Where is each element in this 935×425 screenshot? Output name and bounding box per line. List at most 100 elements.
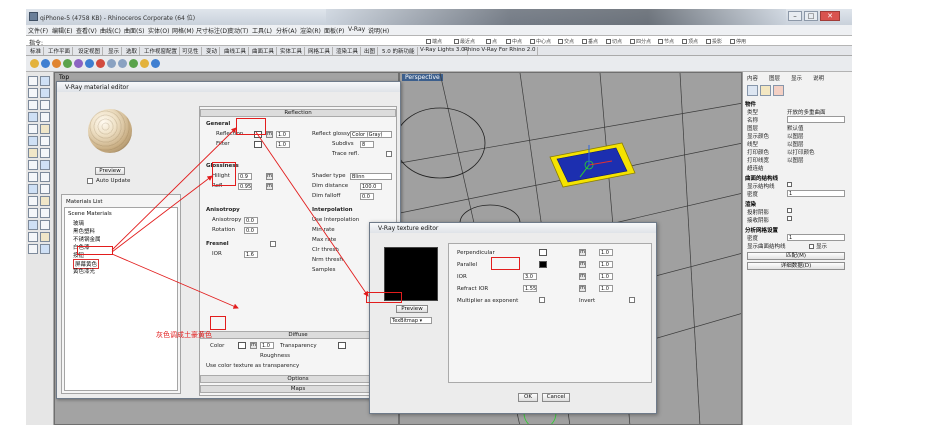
menu-help[interactable]: 说明(H) xyxy=(368,26,389,35)
tab-new-in-v5[interactable]: 5.0 的新功能 xyxy=(380,47,418,55)
select-tool-icon[interactable] xyxy=(28,76,38,86)
tab-layers[interactable]: 图层 xyxy=(769,74,780,82)
match-button[interactable]: 匹配(M) xyxy=(747,252,845,260)
multiplier-exponent-checkbox[interactable] xyxy=(539,297,545,303)
perpendicular-swatch[interactable] xyxy=(539,249,547,256)
tab-help[interactable]: 说明 xyxy=(813,74,824,82)
osnap-perp[interactable]: 垂点 xyxy=(582,38,598,45)
subdivs-input[interactable]: 8 xyxy=(360,141,374,148)
rotation-input[interactable]: 0.0 xyxy=(244,227,258,234)
rotate-tool-icon[interactable] xyxy=(28,208,38,218)
reflect-glossy-dropdown[interactable]: Color (Gray) xyxy=(350,131,392,138)
analyze-tool-icon[interactable] xyxy=(28,244,38,254)
material-properties-icon[interactable] xyxy=(760,85,771,96)
array-tool-icon[interactable] xyxy=(40,220,50,230)
receive-shadows-checkbox[interactable] xyxy=(787,216,794,222)
dim-distance-input[interactable]: 100.0 xyxy=(360,183,382,190)
tab-display[interactable]: 显示 xyxy=(791,74,802,82)
redo-icon[interactable] xyxy=(118,59,127,68)
menu-render[interactable]: 渲染(R) xyxy=(300,26,321,35)
texture-preview-button[interactable]: Preview xyxy=(396,305,428,313)
reflection-amount-input[interactable]: 1.0 xyxy=(276,131,290,138)
transparency-swatch[interactable] xyxy=(338,342,346,349)
point-tool-icon[interactable] xyxy=(40,76,50,86)
diffuse-amount-input[interactable]: 1.0 xyxy=(260,342,274,349)
diffuse-map-button[interactable]: m xyxy=(250,342,257,349)
tree-material-glass[interactable]: 玻璃 xyxy=(73,219,84,227)
perpendicular-map-button[interactable]: m xyxy=(579,249,586,256)
object-properties-icon[interactable] xyxy=(747,85,758,96)
tab-standard[interactable]: 标准 xyxy=(28,47,45,55)
open-file-icon[interactable] xyxy=(41,59,50,68)
hilight-glossiness-input[interactable]: 0.9 xyxy=(238,173,252,180)
filter-amount-input[interactable]: 1.0 xyxy=(276,141,290,148)
menu-solid[interactable]: 实体(O) xyxy=(148,26,169,35)
maps-section-header[interactable]: Maps xyxy=(200,385,396,393)
osnap-point[interactable]: 点 xyxy=(486,38,497,45)
mirror-tool-icon[interactable] xyxy=(28,220,38,230)
osnap-center[interactable]: 中心点 xyxy=(530,38,551,45)
prop-print-color-value[interactable]: 以打印颜色 xyxy=(787,148,815,156)
filter-color-swatch[interactable] xyxy=(254,141,262,148)
close-button[interactable]: ✕ xyxy=(820,11,840,21)
menu-surface[interactable]: 曲面(S) xyxy=(124,26,145,35)
menu-panels[interactable]: 面板(P) xyxy=(324,26,344,35)
rotate-view-icon[interactable] xyxy=(140,59,149,68)
texture-cancel-button[interactable]: Cancel xyxy=(542,393,570,402)
text-tool-icon[interactable] xyxy=(40,124,50,134)
diffuse-section-header[interactable]: Diffuse xyxy=(200,331,396,339)
ior-mult-input[interactable]: 1.0 xyxy=(599,273,613,280)
tree-material-black-plastic[interactable]: 黑色塑料 xyxy=(73,227,95,235)
osnap-vertex[interactable]: 顶点 xyxy=(682,38,698,45)
circle-tool-icon[interactable] xyxy=(40,100,50,110)
tab-set-view[interactable]: 设定视图 xyxy=(76,47,104,55)
refl-glossiness-map-button[interactable]: m xyxy=(266,183,273,190)
ior-param-input[interactable]: 3.0 xyxy=(523,273,537,280)
split-tool-icon[interactable] xyxy=(40,172,50,182)
osnap-mid[interactable]: 中点 xyxy=(506,38,522,45)
tree-scene-materials[interactable]: Scene Materials xyxy=(68,211,112,217)
osnap-knot[interactable]: 节点 xyxy=(658,38,674,45)
minimize-button[interactable]: – xyxy=(788,11,802,21)
fillet-tool-icon[interactable] xyxy=(40,160,50,170)
scale-tool-icon[interactable] xyxy=(40,208,50,218)
cast-shadows-checkbox[interactable] xyxy=(787,208,794,214)
prop-linetype-value[interactable]: 以图层 xyxy=(787,140,804,148)
maximize-button[interactable]: □ xyxy=(804,11,818,21)
tab-mesh-tools[interactable]: 网格工具 xyxy=(306,47,334,55)
polygon-tool-icon[interactable] xyxy=(28,124,38,134)
copy-icon[interactable] xyxy=(85,59,94,68)
undo-icon[interactable] xyxy=(107,59,116,68)
menu-file[interactable]: 文件(F) xyxy=(28,26,48,35)
phone-model[interactable] xyxy=(549,142,636,188)
cut-icon[interactable] xyxy=(74,59,83,68)
tab-vray-for-rhino[interactable]: Rhino V-Ray For Rhino 2.0 xyxy=(462,47,539,55)
tree-material-steel[interactable]: 不锈钢金属 xyxy=(73,235,101,243)
menu-edit[interactable]: 编辑(E) xyxy=(52,26,72,35)
rectangle-tool-icon[interactable] xyxy=(40,112,50,122)
tab-viewport-layout[interactable]: 工作视窗配置 xyxy=(142,47,181,55)
polyline-tool-icon[interactable] xyxy=(40,88,50,98)
auto-update-checkbox[interactable] xyxy=(87,178,93,184)
material-preview-button[interactable]: Preview xyxy=(95,167,125,175)
dim-falloff-input[interactable]: 0.0 xyxy=(360,193,374,200)
tab-render-tools[interactable]: 渲染工具 xyxy=(334,47,362,55)
diffuse-color-swatch[interactable] xyxy=(238,342,246,349)
hilight-map-button[interactable]: m xyxy=(266,173,273,180)
curve-tool-icon[interactable] xyxy=(28,100,38,110)
mesh-tool-icon[interactable] xyxy=(28,160,38,170)
tab-display[interactable]: 显示 xyxy=(106,47,123,55)
tab-visibility[interactable]: 可见性 xyxy=(180,47,202,55)
options-section-header[interactable]: Options xyxy=(200,375,396,383)
join-tool-icon[interactable] xyxy=(28,184,38,194)
tree-material-yellow-gloss[interactable]: 黄色漆光 xyxy=(73,267,95,275)
osnap-tan[interactable]: 切点 xyxy=(606,38,622,45)
shader-type-dropdown[interactable]: Blinn xyxy=(350,173,392,180)
parallel-map-button[interactable]: m xyxy=(579,261,586,268)
top-viewport-label[interactable]: Top xyxy=(59,74,69,81)
refract-ior-mult-input[interactable]: 1.0 xyxy=(599,285,613,292)
tab-vray-lights[interactable]: V-Ray Lights 3.0 xyxy=(418,47,468,55)
menu-view[interactable]: 查看(V) xyxy=(76,26,97,35)
texture-ok-button[interactable]: OK xyxy=(518,393,538,402)
fresnel-checkbox[interactable] xyxy=(270,241,276,247)
